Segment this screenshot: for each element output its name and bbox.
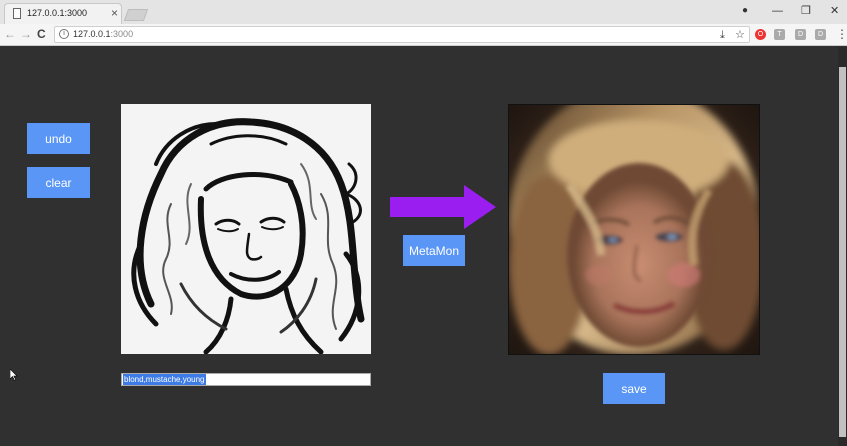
address-bar[interactable]: i 127.0.0.1:3000 ⤓ ☆ (54, 26, 750, 43)
document-icon (13, 8, 21, 19)
scrollbar-thumb[interactable] (839, 67, 846, 437)
menu-icon[interactable]: ⋮ (836, 26, 847, 42)
info-icon[interactable]: i (59, 29, 69, 39)
forward-icon[interactable]: → (20, 26, 32, 42)
page-content: undo clear MetaMon blond,mustache,young … (0, 47, 838, 446)
account-icon[interactable]: ● (742, 4, 748, 18)
url-port: :3000 (110, 29, 134, 39)
browser-tab[interactable]: 127.0.0.1:3000 × (4, 3, 122, 24)
new-tab-button[interactable] (123, 9, 149, 21)
back-icon[interactable]: ← (4, 26, 16, 42)
url-host: 127.0.0.1 (73, 29, 111, 39)
sketch-canvas[interactable] (121, 104, 371, 354)
extension-icon[interactable]: D (815, 29, 826, 40)
browser-toolbar: ← → C i 127.0.0.1:3000 ⤓ ☆ O T D D ⋮ (0, 24, 847, 46)
attributes-selected-text: blond,mustache,young (123, 374, 206, 385)
tab-title: 127.0.0.1:3000 (27, 8, 88, 18)
save-button[interactable]: save (603, 373, 665, 404)
browser-tab-strip: 127.0.0.1:3000 × ● — ❐ ✕ (0, 0, 847, 24)
sketch-drawing (121, 104, 371, 354)
extension-icon[interactable]: T (774, 29, 785, 40)
generated-face-image (508, 104, 760, 355)
download-icon[interactable]: ⤓ (720, 28, 725, 42)
restore-icon[interactable]: ❐ (801, 4, 811, 18)
face-photo (509, 105, 759, 354)
page-scrollbar[interactable] (838, 47, 847, 446)
mouse-cursor-icon (10, 369, 18, 381)
url-text: 127.0.0.1:3000 (73, 29, 133, 39)
opera-extension-icon[interactable]: O (755, 29, 766, 40)
undo-button[interactable]: undo (27, 123, 90, 154)
arrow-right-icon (390, 185, 496, 229)
metamon-generate-button[interactable]: MetaMon (403, 235, 465, 266)
bookmark-star-icon[interactable]: ☆ (735, 28, 745, 42)
tab-close-icon[interactable]: × (111, 6, 118, 20)
reload-icon[interactable]: C (37, 26, 46, 42)
extension-icon[interactable]: D (795, 29, 806, 40)
clear-button[interactable]: clear (27, 167, 90, 198)
close-window-icon[interactable]: ✕ (830, 4, 839, 18)
minimize-icon[interactable]: — (772, 4, 783, 18)
